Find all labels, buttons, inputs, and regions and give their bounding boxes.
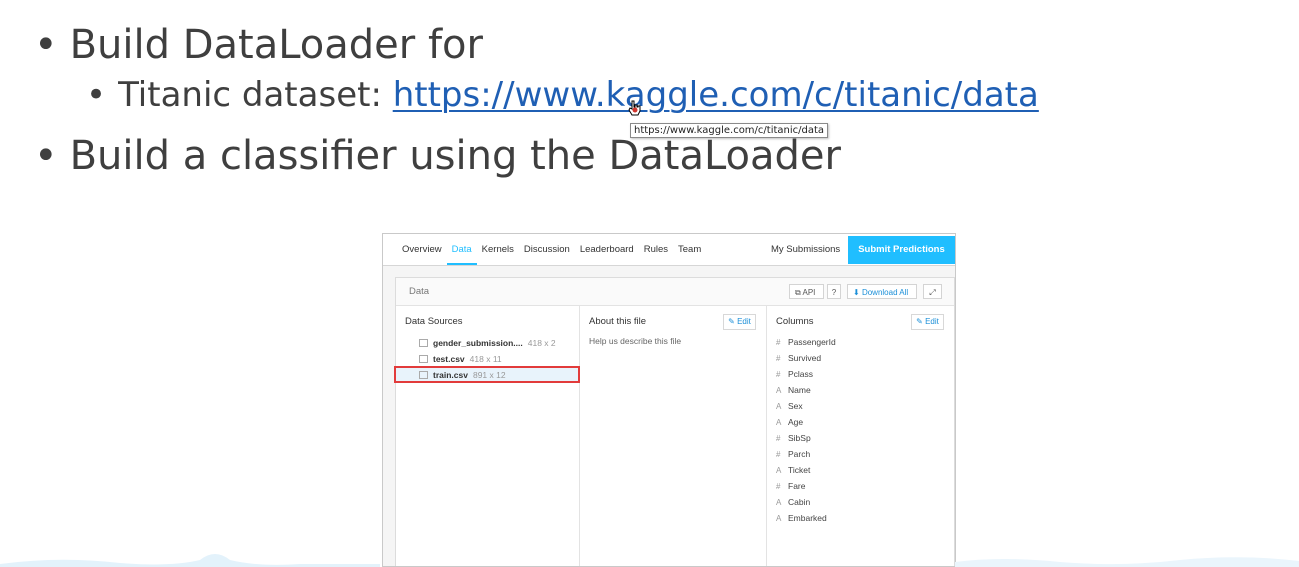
tab-discussion[interactable]: Discussion — [519, 234, 575, 265]
column-item: # Pclass — [776, 366, 813, 382]
bullet-text: Build a classifier using the DataLoader — [69, 133, 841, 179]
submit-predictions-button[interactable]: Submit Predictions — [848, 236, 955, 264]
column-item: A Embarked — [776, 510, 827, 526]
download-all-label: Download All — [861, 288, 909, 297]
column-item: # Fare — [776, 478, 805, 494]
column-name: Survived — [788, 353, 822, 363]
bullet-text: Titanic dataset: — [118, 75, 393, 115]
column-item: A Age — [776, 414, 803, 430]
bullet-titanic-dataset: • Titanic dataset: https://www.kaggle.com… — [86, 78, 1039, 112]
file-item-train-csv[interactable]: train.csv 891 x 12 — [396, 367, 580, 383]
data-panel-header: Data ⧉ API ? ⬇ Download All ⤢ — [396, 278, 954, 306]
kaggle-data-page: Overview Data Kernels Discussion Leaderb… — [382, 233, 956, 567]
bullet-build-classifier: • Build a classifier using the DataLoader — [34, 136, 841, 176]
about-file-title: About this file — [589, 316, 647, 327]
text-type-icon: A — [776, 418, 782, 427]
data-panel-title: Data — [409, 286, 430, 297]
table-icon — [419, 354, 428, 363]
text-type-icon: A — [776, 466, 782, 475]
link-tooltip: https://www.kaggle.com/c/titanic/data — [630, 123, 829, 138]
download-all-button[interactable]: ⬇ Download All — [847, 284, 917, 299]
column-name: Pclass — [788, 369, 814, 379]
edit-columns-button[interactable]: ✎ Edit — [911, 314, 944, 330]
table-icon — [419, 370, 428, 379]
column-item: # SibSp — [776, 430, 811, 446]
column-name: Name — [788, 385, 811, 395]
help-button[interactable]: ? — [827, 284, 841, 299]
expand-icon: ⤢ — [929, 288, 936, 297]
column-name: Sex — [788, 401, 803, 411]
my-submissions-link[interactable]: My Submissions — [771, 234, 840, 265]
bullet-dot: • — [86, 75, 107, 115]
file-name: train.csv — [433, 370, 468, 380]
file-item-gender-submission[interactable]: gender_submission.... 418 x 2 — [396, 335, 580, 351]
pencil-icon: ✎ — [916, 317, 923, 326]
tab-rules[interactable]: Rules — [639, 234, 673, 265]
tab-overview[interactable]: Overview — [397, 234, 447, 265]
column-item: A Name — [776, 382, 811, 398]
column-item: A Sex — [776, 398, 803, 414]
copy-icon: ⧉ — [795, 288, 801, 297]
text-type-icon: A — [776, 514, 782, 523]
column-item: # Parch — [776, 446, 810, 462]
tab-kernels[interactable]: Kernels — [477, 234, 519, 265]
table-icon — [419, 338, 428, 347]
api-label: API — [802, 288, 816, 297]
column-name: Parch — [788, 449, 811, 459]
text-type-icon: A — [776, 498, 782, 507]
file-item-test-csv[interactable]: test.csv 418 x 11 — [396, 351, 580, 367]
file-name: gender_submission.... — [433, 338, 523, 348]
pencil-icon: ✎ — [728, 317, 735, 326]
bullet-build-dataloader: • Build DataLoader for — [34, 25, 483, 65]
kaggle-nav-bar: Overview Data Kernels Discussion Leaderb… — [383, 234, 955, 266]
text-type-icon: A — [776, 402, 782, 411]
file-size: 418 x 11 — [469, 354, 502, 364]
hand-cursor-icon — [628, 100, 641, 116]
edit-label: Edit — [925, 317, 939, 326]
api-button[interactable]: ⧉ API — [789, 284, 824, 299]
file-size: 891 x 12 — [472, 370, 506, 380]
column-item: A Ticket — [776, 462, 810, 478]
column-name: Embarked — [788, 513, 827, 523]
column-name: Cabin — [788, 497, 811, 507]
columns-column: Columns ✎ Edit # PassengerId # Survived # P… — [767, 305, 954, 566]
download-icon: ⬇ — [853, 288, 860, 297]
about-file-column: About this file ✎ Edit Help us describe … — [580, 305, 767, 566]
numeric-type-icon: # — [776, 450, 781, 459]
edit-label: Edit — [737, 317, 751, 326]
bullet-dot: • — [34, 22, 58, 68]
edit-about-button[interactable]: ✎ Edit — [723, 314, 756, 330]
numeric-type-icon: # — [776, 354, 781, 363]
bullet-dot: • — [34, 133, 58, 179]
column-name: Age — [788, 417, 804, 427]
column-item: A Cabin — [776, 494, 810, 510]
numeric-type-icon: # — [776, 434, 781, 443]
numeric-type-icon: # — [776, 370, 781, 379]
data-panel: Data ⧉ API ? ⬇ Download All ⤢ Data Sourc… — [394, 277, 955, 566]
tab-data[interactable]: Data — [446, 234, 477, 265]
numeric-type-icon: # — [776, 338, 781, 347]
kaggle-titanic-link[interactable]: https://www.kaggle.com/c/titanic/data — [393, 75, 1039, 115]
kaggle-tabs: Overview Data Kernels Discussion Leaderb… — [397, 234, 706, 265]
numeric-type-icon: # — [776, 482, 781, 491]
expand-button[interactable]: ⤢ — [923, 284, 942, 299]
data-sources-title: Data Sources — [405, 316, 463, 327]
text-type-icon: A — [776, 386, 782, 395]
column-name: Ticket — [788, 465, 811, 475]
about-file-description: Help us describe this file — [589, 336, 682, 346]
column-name: Fare — [788, 481, 806, 491]
bullet-text: Build DataLoader for — [69, 22, 483, 68]
slide-bullets: • Build DataLoader for • Titanic dataset: … — [0, 0, 1299, 200]
tab-team[interactable]: Team — [673, 234, 706, 265]
column-item: # PassengerId — [776, 334, 836, 350]
data-sources-column: Data Sources gender_submission.... 418 x … — [394, 305, 580, 566]
tab-leaderboard[interactable]: Leaderboard — [575, 234, 639, 265]
column-name: SibSp — [788, 433, 811, 443]
file-size: 418 x 2 — [527, 338, 556, 348]
column-name: PassengerId — [788, 337, 836, 347]
file-name: test.csv — [433, 354, 465, 364]
column-item: # Survived — [776, 350, 821, 366]
decorative-wave — [0, 554, 1299, 567]
columns-title: Columns — [776, 316, 814, 327]
